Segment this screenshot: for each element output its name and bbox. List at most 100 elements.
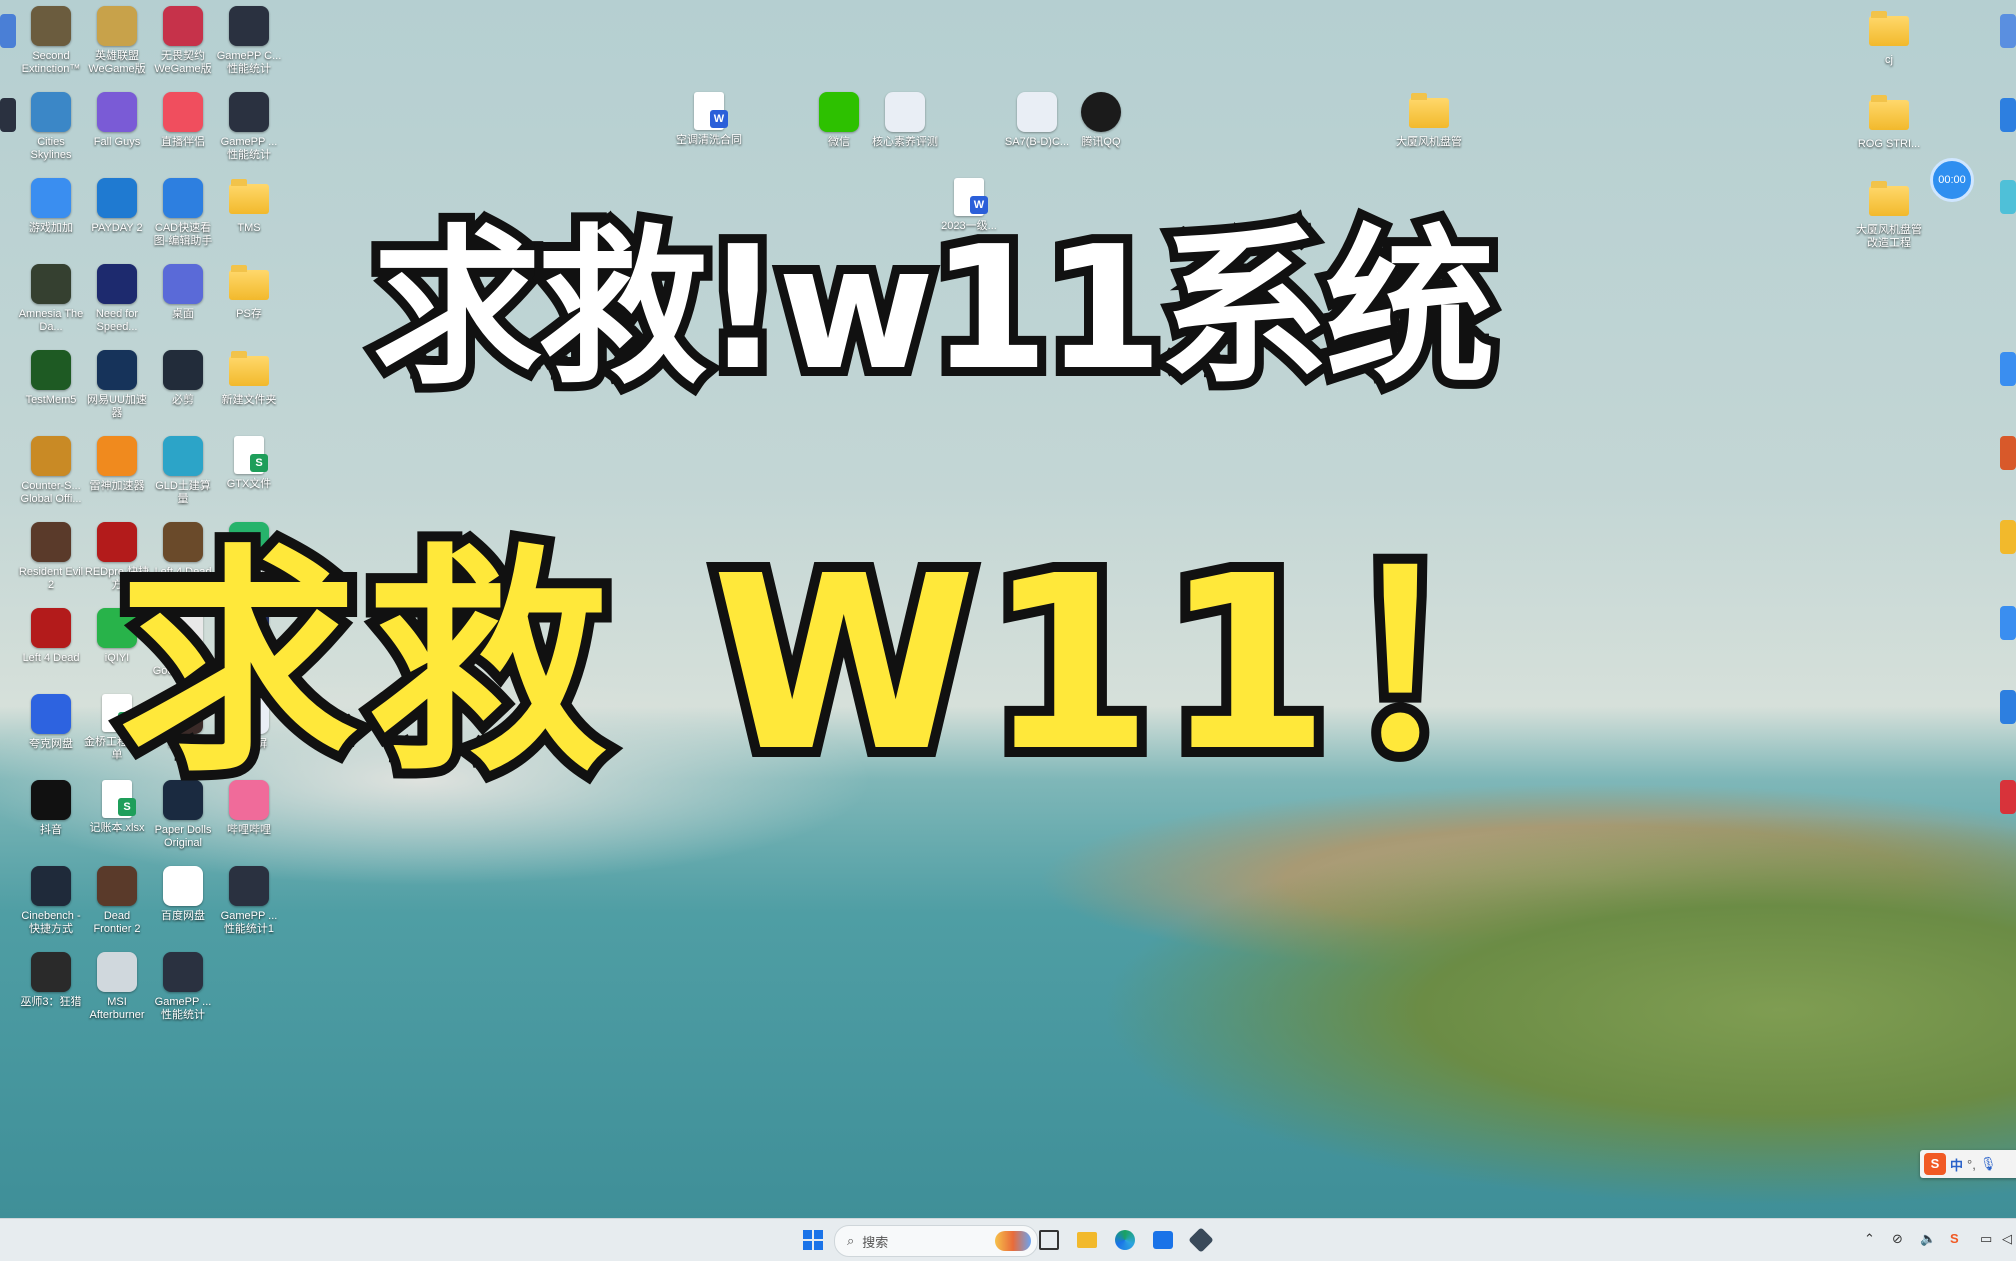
desktop-icon-label: 核心素养评测: [872, 136, 938, 148]
desktop-icon-label: Counter-S... Global Offi...: [20, 480, 82, 505]
app-icon: [31, 6, 71, 46]
desktop-icon[interactable]: PS存: [216, 264, 282, 321]
desktop-icon-label: 大厦风机盘管改造工程: [1856, 224, 1922, 249]
folder-icon: [1869, 11, 1909, 46]
sogou-ime-icon[interactable]: S: [1924, 1153, 1946, 1175]
desktop-icon[interactable]: 大厦风机盘管: [1396, 92, 1462, 149]
desktop-icon[interactable]: PAYDAY 2: [84, 178, 150, 235]
desktop-icon[interactable]: GamePP ... 性能统计: [150, 952, 216, 1022]
desktop-icon[interactable]: 抖音: [18, 780, 84, 837]
desktop-icon[interactable]: cj: [1856, 10, 1922, 67]
app-icon: [163, 92, 203, 132]
notification-icon[interactable]: ▭: [1980, 1231, 1992, 1247]
edge-icon-right-8[interactable]: [2000, 690, 2016, 724]
desktop-icon[interactable]: 必剪: [150, 350, 216, 407]
desktop-icon[interactable]: 巫师3：狂猎: [18, 952, 84, 1009]
desktop-icon-label: GamePP ... 性能统计1: [220, 910, 278, 935]
desktop-icon[interactable]: Need for Speed...: [84, 264, 150, 334]
edge-icon-right-5[interactable]: [2000, 436, 2016, 470]
edge-icon-right-1[interactable]: [2000, 14, 2016, 48]
desktop-icon[interactable]: SA7(B-D)C...: [1004, 92, 1070, 149]
desktop-icon[interactable]: GamePP ... 性能统计1: [216, 866, 282, 936]
desktop-icon[interactable]: W 空调清洗合同: [676, 92, 742, 147]
task-view-button[interactable]: [1036, 1227, 1062, 1253]
desktop-icon[interactable]: MSI Afterburner: [84, 952, 150, 1022]
ime-mode-label[interactable]: 中: [1950, 1155, 1963, 1174]
desktop-icon[interactable]: Dead Frontier 2: [84, 866, 150, 936]
recording-timer[interactable]: 00:00: [1930, 158, 1974, 202]
desktop-icon-label: CAD快速看图-编辑助手: [153, 222, 213, 247]
app-icon: [31, 952, 71, 992]
microphone-icon[interactable]: 🎙: [1980, 1156, 1997, 1172]
desktop-icon-label: 巫师3：狂猎: [20, 996, 82, 1008]
edge-icon-left-2[interactable]: [0, 98, 16, 132]
desktop-icon[interactable]: GamePP C... 性能统计: [216, 6, 282, 76]
app-icon: [31, 350, 71, 390]
file-explorer-button[interactable]: [1074, 1227, 1100, 1253]
desktop-icon[interactable]: 游戏加加: [18, 178, 84, 235]
desktop-icon[interactable]: CAD快速看图-编辑助手: [150, 178, 216, 248]
folder-icon: [1869, 95, 1909, 130]
desktop-icon[interactable]: TMS: [216, 178, 282, 235]
wechat-icon: [819, 92, 859, 132]
desktop-icon-label: 必剪: [172, 394, 194, 406]
edge-icon-right-6[interactable]: [2000, 520, 2016, 554]
network-icon[interactable]: ⊘: [1892, 1231, 1903, 1247]
desktop-icon[interactable]: 新建文件夹: [216, 350, 282, 407]
desktop-icon[interactable]: Counter-S... Global Offi...: [18, 436, 84, 506]
desktop-icon[interactable]: GamePP ... 性能统计: [216, 92, 282, 162]
word-badge-icon: W: [710, 110, 728, 128]
ime-punct-icon[interactable]: °,: [1967, 1157, 1976, 1172]
desktop-icon[interactable]: Second Extinction™: [18, 6, 84, 76]
desktop-icon[interactable]: 夸克网盘: [18, 694, 84, 751]
store-button[interactable]: [1150, 1227, 1176, 1253]
desktop-icon-label: PS存: [236, 308, 262, 320]
desktop-icon[interactable]: Cinebench - 快捷方式: [18, 866, 84, 936]
taskbar-search-box[interactable]: ⌕ 搜索: [834, 1225, 1038, 1257]
desktop-icon[interactable]: Left 4 Dead: [18, 608, 84, 665]
desktop: Second Extinction™ 英雄联盟WeGame版 无畏契约WeGame版…: [0, 0, 2016, 1218]
desktop-icon[interactable]: 网易UU加速器: [84, 350, 150, 420]
desktop-icon[interactable]: 无畏契约WeGame版: [150, 6, 216, 76]
desktop-icon[interactable]: 腾讯QQ: [1068, 92, 1134, 149]
desktop-icon[interactable]: Resident Evil 2: [18, 522, 84, 592]
desktop-icon[interactable]: ROG STRI...: [1856, 94, 1922, 151]
edge-icon-right-3[interactable]: [2000, 180, 2016, 214]
chevron-up-icon[interactable]: ⌃: [1864, 1231, 1875, 1247]
desktop-icon[interactable]: 英雄联盟WeGame版: [84, 6, 150, 76]
edge-icon-left-1[interactable]: [0, 14, 16, 48]
desktop-icon[interactable]: 大厦风机盘管改造工程: [1856, 180, 1922, 250]
app-icon: [1017, 92, 1057, 132]
app-icon: [97, 6, 137, 46]
sogou-tray-icon[interactable]: S: [1950, 1231, 1959, 1246]
desktop-icon[interactable]: Cities Skylines: [18, 92, 84, 162]
desktop-icon[interactable]: Fall Guys: [84, 92, 150, 149]
edge-icon-right-9[interactable]: [2000, 780, 2016, 814]
desktop-icon-label: Left 4 Dead: [22, 652, 80, 664]
edge-icon-right-2[interactable]: [2000, 98, 2016, 132]
desktop-icon[interactable]: 桌面: [150, 264, 216, 321]
start-button[interactable]: [800, 1227, 826, 1253]
edge-icon-right-4[interactable]: [2000, 352, 2016, 386]
desktop-icon[interactable]: 直播伴侣: [150, 92, 216, 149]
desktop-icon-label: Amnesia The Da...: [18, 308, 84, 333]
desktop-icon-label: Resident Evil 2: [18, 566, 84, 591]
desktop-icon[interactable]: 百度网盘: [150, 866, 216, 923]
volume-icon[interactable]: ◁: [2002, 1231, 2012, 1247]
folder-icon: [1869, 181, 1909, 216]
desktop-icon-label: cj: [1885, 54, 1893, 66]
edge-browser-button[interactable]: [1112, 1227, 1138, 1253]
pinned-app-button[interactable]: [1188, 1227, 1214, 1253]
edge-icon-right-7[interactable]: [2000, 606, 2016, 640]
desktop-icon[interactable]: 核心素养评测: [872, 92, 938, 149]
desktop-icon[interactable]: TestMem5: [18, 350, 84, 407]
folder-icon: [1409, 93, 1449, 128]
speaker-icon[interactable]: 🔈: [1920, 1231, 1936, 1247]
app-icon: [31, 436, 71, 476]
desktop-icon[interactable]: 微信: [806, 92, 872, 149]
desktop-icon[interactable]: Amnesia The Da...: [18, 264, 84, 334]
store-icon: [1153, 1231, 1173, 1249]
desktop-icon-label: 无畏契约WeGame版: [154, 50, 212, 75]
ime-toolbar[interactable]: S 中 °, 🎙: [1920, 1150, 2016, 1178]
desktop-icon-label: PAYDAY 2: [91, 222, 143, 234]
